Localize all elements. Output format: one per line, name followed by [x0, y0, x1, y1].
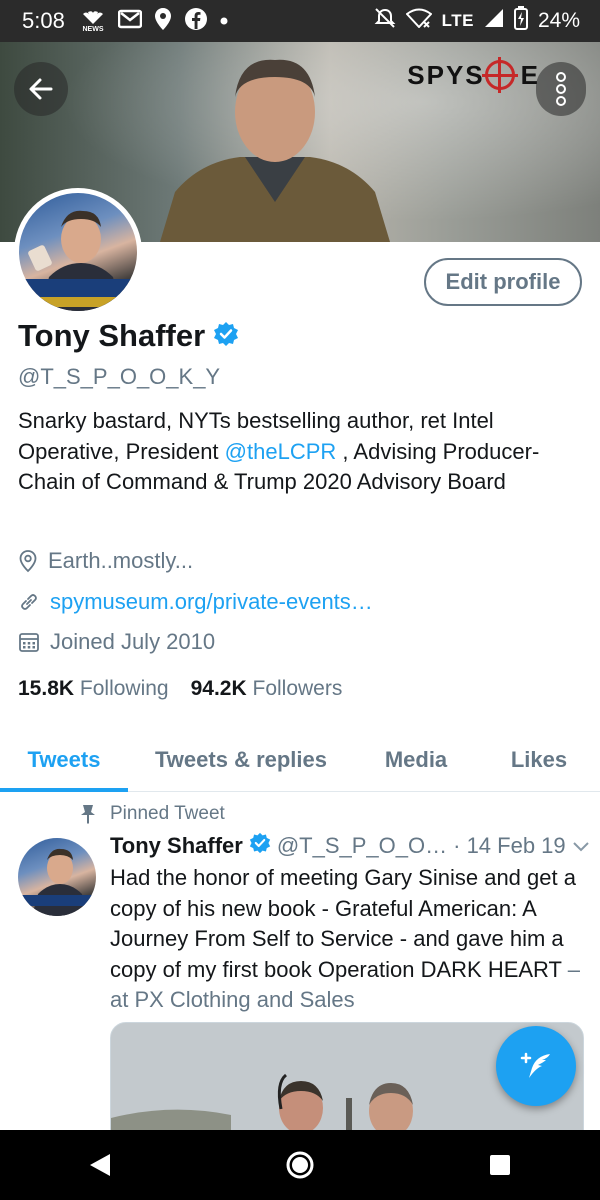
- gmail-icon: [117, 9, 143, 34]
- location-pin-icon: [154, 7, 172, 36]
- tweet-menu-chevron-icon[interactable]: [572, 833, 590, 859]
- followers-stat[interactable]: 94.2K Followers: [191, 677, 343, 701]
- website-link[interactable]: spymuseum.org/private-events…: [50, 589, 373, 615]
- tab-tweets-replies[interactable]: Tweets & replies: [128, 728, 354, 791]
- calendar-icon: [19, 633, 39, 652]
- profile-tabs: Tweets Tweets & replies Media Likes: [0, 728, 600, 792]
- tab-tweets[interactable]: Tweets: [0, 728, 128, 792]
- compose-tweet-button[interactable]: [496, 1026, 576, 1106]
- android-nav-bar: [0, 1130, 600, 1200]
- tweet-author-handle: @T_S_P_O_O…: [276, 833, 448, 858]
- pinned-indicator: Pinned Tweet: [80, 803, 225, 825]
- nav-back-triangle-icon: [90, 1154, 110, 1176]
- tweet-text: Had the honor of meeting Gary Sinise and…: [110, 865, 580, 1012]
- verified-badge-icon: [213, 321, 239, 352]
- banner-photo: [160, 59, 390, 242]
- pin-icon: [81, 805, 95, 824]
- tweet-author-name[interactable]: Tony Shaffer: [110, 833, 243, 859]
- bio-mention-link[interactable]: @theLCPR: [225, 439, 337, 464]
- profile-stats: 15.8K Following 94.2K Followers: [18, 677, 342, 701]
- profile-location: Earth..mostly...: [18, 548, 193, 574]
- edit-profile-button[interactable]: Edit profile: [424, 258, 582, 306]
- profile-name-row: Tony Shaffer: [18, 318, 239, 354]
- dnd-off-icon: [374, 7, 396, 35]
- compose-feather-icon: [520, 1052, 550, 1078]
- tweet-header: Tony Shaffer @T_S_P_O_O… · 14 Feb 19: [110, 832, 589, 860]
- more-vertical-icon: [556, 72, 566, 106]
- verified-badge-icon: [249, 832, 271, 860]
- crosshair-icon: [481, 57, 518, 93]
- banner-logo: SPYS E: [407, 57, 540, 93]
- profile-website[interactable]: spymuseum.org/private-events…: [18, 589, 373, 615]
- back-arrow-icon: [29, 78, 53, 100]
- nav-back-button[interactable]: [60, 1135, 140, 1195]
- battery-percent: 24%: [537, 9, 580, 32]
- battery-icon: [513, 6, 528, 36]
- notification-icons: NEWS: [80, 6, 228, 36]
- tab-likes[interactable]: Likes: [478, 728, 600, 791]
- profile-joined: Joined July 2010: [18, 629, 215, 655]
- profile-handle: @T_S_P_O_O_K_Y: [18, 364, 221, 389]
- back-button[interactable]: [14, 62, 68, 116]
- network-type: LTE: [441, 11, 474, 30]
- profile-avatar[interactable]: [14, 188, 142, 316]
- system-status-icons: LTE 24%: [374, 6, 580, 36]
- tab-media[interactable]: Media: [354, 728, 478, 791]
- tweet-avatar[interactable]: [18, 838, 96, 916]
- nav-recents-square-icon: [490, 1155, 510, 1175]
- wifi-icon: [405, 8, 433, 34]
- news-app-icon: NEWS: [80, 10, 106, 33]
- status-time: 5:08: [22, 8, 65, 33]
- nav-home-button[interactable]: [260, 1135, 340, 1195]
- tweet-timestamp[interactable]: · 14 Feb 19: [453, 833, 566, 859]
- following-stat[interactable]: 15.8K Following: [18, 677, 169, 701]
- status-bar: 5:08 NEWS LTE 24%: [0, 0, 600, 42]
- dot-icon: [220, 12, 228, 30]
- location-icon: [19, 550, 37, 573]
- profile-bio: Snarky bastard, NYTs bestselling author,…: [18, 408, 540, 494]
- more-options-button[interactable]: [536, 62, 586, 116]
- nav-home-circle-icon: [286, 1151, 314, 1179]
- nav-recents-button[interactable]: [460, 1135, 540, 1195]
- link-icon: [21, 594, 37, 610]
- facebook-icon: [184, 7, 208, 36]
- signal-icon: [484, 8, 504, 34]
- profile-name: Tony Shaffer: [18, 318, 206, 353]
